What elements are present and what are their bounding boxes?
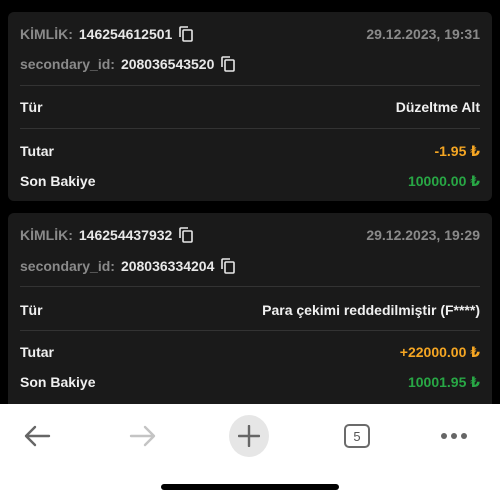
secondary-id-label: secondary_id: [20, 258, 115, 274]
amount-label: Tutar [20, 344, 54, 360]
more-icon [441, 433, 467, 439]
balance-value: 10001.95 ₺ [407, 373, 480, 390]
type-label: Tür [20, 99, 43, 115]
plus-icon [238, 425, 260, 447]
copy-icon[interactable] [221, 56, 236, 72]
balance-value: 10000.00 ₺ [407, 172, 480, 189]
copy-icon[interactable] [179, 26, 194, 42]
amount-value: +22000.00 ₺ [399, 343, 480, 360]
more-button[interactable] [434, 416, 474, 456]
tabs-icon: 5 [344, 424, 370, 448]
copy-icon[interactable] [221, 258, 236, 274]
divider [20, 286, 480, 287]
divider [20, 85, 480, 86]
forward-button[interactable] [123, 416, 163, 456]
divider [20, 330, 480, 331]
transaction-date: 29.12.2023, 19:31 [366, 26, 480, 42]
transaction-date: 29.12.2023, 19:29 [366, 227, 480, 243]
type-value: Düzeltme Alt [395, 99, 480, 115]
divider [20, 128, 480, 129]
secondary-id-value: 208036543520 [120, 56, 215, 72]
secondary-id-label: secondary_id: [20, 56, 115, 72]
transaction-card: KİMLİK: 146254612501 29.12.2023, 19:31 s… [8, 12, 492, 201]
balance-label: Son Bakiye [20, 173, 96, 189]
id-value: 146254612501 [78, 26, 173, 42]
amount-value: -1.95 ₺ [434, 142, 480, 159]
type-label: Tür [20, 302, 43, 318]
balance-label: Son Bakiye [20, 374, 96, 390]
back-arrow-icon [24, 425, 51, 447]
id-value: 146254437932 [78, 227, 173, 243]
id-label: KİMLİK: [20, 26, 73, 42]
home-indicator [161, 484, 339, 490]
forward-arrow-icon [129, 425, 156, 447]
back-button[interactable] [17, 416, 57, 456]
secondary-id-value: 208036334204 [120, 258, 215, 274]
tabs-button[interactable]: 5 [337, 416, 377, 456]
id-label: KİMLİK: [20, 227, 73, 243]
amount-label: Tutar [20, 143, 54, 159]
copy-icon[interactable] [179, 227, 194, 243]
transaction-card: KİMLİK: 146254437932 29.12.2023, 19:29 s… [8, 213, 492, 404]
new-tab-button[interactable] [229, 415, 269, 457]
transactions-list: KİMLİK: 146254612501 29.12.2023, 19:31 s… [0, 0, 500, 404]
type-value: Para çekimi reddedilmiştir (F****) [262, 302, 480, 318]
